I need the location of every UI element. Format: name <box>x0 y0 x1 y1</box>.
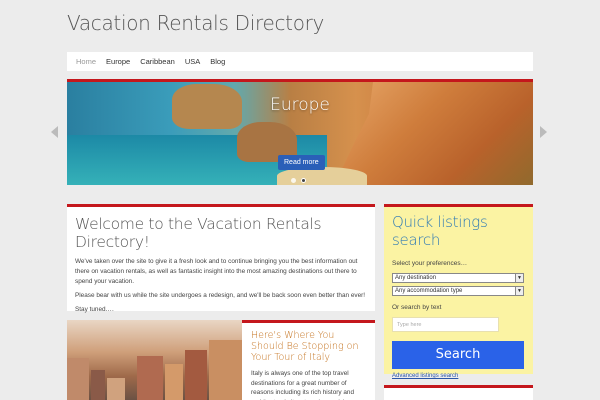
nav-caribbean[interactable]: Caribbean <box>135 57 180 66</box>
search-input[interactable]: Type here <box>392 317 499 332</box>
chevron-down-icon: ▼ <box>515 287 523 295</box>
search-button[interactable]: Search <box>392 341 524 369</box>
advanced-search-link[interactable]: Advanced listings search <box>392 373 525 379</box>
quick-search-heading: Quick listings search <box>392 213 488 249</box>
text-search-label: Or search by text <box>392 304 442 311</box>
destination-select[interactable]: Any destination ▼ <box>392 273 524 283</box>
slider-dot-2[interactable] <box>301 178 306 183</box>
chevron-down-icon: ▼ <box>515 274 523 282</box>
slider-pagination <box>291 178 306 183</box>
welcome-paragraph: Please bear with us while the site under… <box>75 292 366 299</box>
sidebar-widget <box>384 385 533 400</box>
slider-next-arrow-icon[interactable] <box>540 126 547 138</box>
slider-prev-arrow-icon[interactable] <box>51 126 58 138</box>
welcome-box: Welcome to the Vacation Rentals Director… <box>67 204 375 313</box>
accommodation-select[interactable]: Any accommodation type ▼ <box>392 286 524 296</box>
post-excerpt: Italy is always one of the top travel de… <box>251 370 355 400</box>
nav-usa[interactable]: USA <box>180 57 205 66</box>
welcome-heading: Welcome to the Vacation Rentals Director… <box>75 215 322 251</box>
welcome-paragraph: We've taken over the site to give it a f… <box>75 258 358 285</box>
destination-select-value: Any destination <box>395 275 437 281</box>
nav-home[interactable]: Home <box>71 57 101 66</box>
read-more-button[interactable]: Read more <box>278 155 325 170</box>
main-nav: Home Europe Caribbean USA Blog <box>67 52 533 71</box>
nav-europe[interactable]: Europe <box>101 57 135 66</box>
site-title[interactable]: Vacation Rentals Directory <box>67 11 324 35</box>
post-card: Here's Where You Should Be Stopping on Y… <box>242 320 375 400</box>
nav-blog[interactable]: Blog <box>205 57 230 66</box>
accommodation-select-value: Any accommodation type <box>395 288 463 294</box>
post-title[interactable]: Here's Where You Should Be Stopping on Y… <box>251 330 366 363</box>
welcome-paragraph: Stay tuned…. <box>75 306 114 313</box>
hero-slider: Europe Read more <box>67 79 533 185</box>
preferences-label: Select your preferences… <box>392 260 468 267</box>
featured-post: Here's Where You Should Be Stopping on Y… <box>67 320 375 400</box>
slide-title: Europe <box>270 95 330 115</box>
post-thumbnail[interactable] <box>67 320 242 400</box>
quick-search-panel: Quick listings search Select your prefer… <box>384 204 533 379</box>
slider-dot-1[interactable] <box>291 178 296 183</box>
